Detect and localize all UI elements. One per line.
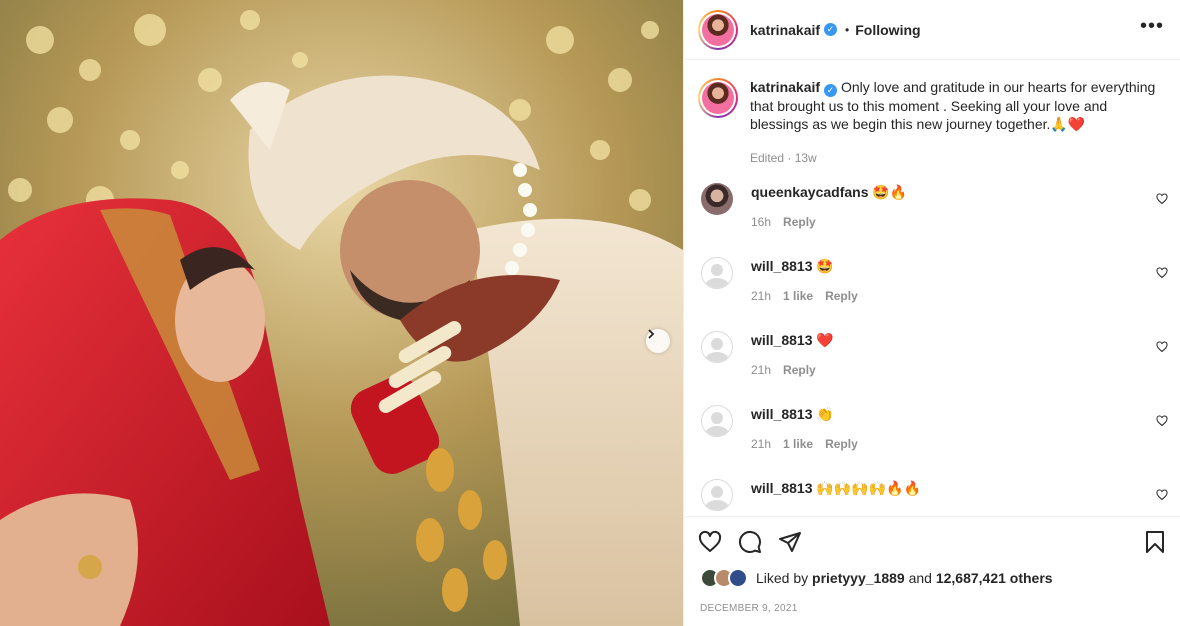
comment-text: ❤️ (816, 332, 834, 348)
commenter-avatar[interactable] (701, 331, 733, 363)
following-button[interactable]: Following (855, 22, 920, 38)
verified-badge-icon: ✓ (824, 84, 838, 97)
caption-edited: Edited · 13w (750, 151, 817, 165)
comment-row: will_8813 🙌🙌🙌🙌🔥🔥 (684, 479, 1180, 516)
like-comment-heart-icon[interactable] (1156, 415, 1168, 427)
comment-text: 🤩 (816, 258, 834, 274)
verified-badge-icon: ✓ (824, 23, 838, 36)
comment-time[interactable]: 21h (751, 289, 771, 303)
separator-dot: • (845, 22, 850, 37)
chevron-right-icon (648, 329, 655, 339)
comment-text: 🤩🔥 (872, 184, 908, 200)
author-avatar[interactable] (698, 9, 738, 50)
like-button[interactable] (698, 530, 722, 554)
comment-time[interactable]: 21h (751, 363, 771, 377)
liked-by-prefix: Liked by (756, 570, 809, 586)
avatar-image (702, 82, 734, 114)
reply-button[interactable]: Reply (783, 215, 816, 229)
comment-username[interactable]: will_8813 (751, 258, 813, 274)
comment-bubble-icon (738, 530, 761, 553)
bookmark-icon (1146, 530, 1164, 553)
like-comment-heart-icon[interactable] (1156, 193, 1168, 205)
likes-count[interactable]: 12,687,421 others (936, 570, 1053, 586)
comment-button[interactable] (738, 530, 762, 554)
commenter-avatar[interactable] (701, 405, 733, 437)
avatar-image (702, 13, 734, 46)
more-options-icon[interactable]: ••• (1140, 16, 1164, 39)
caption-username[interactable]: katrinakaif (750, 79, 820, 95)
next-image-button[interactable] (646, 329, 670, 353)
comment-likes[interactable]: 1 like (783, 437, 813, 451)
post-header: katrinakaif ✓ • Following ••• (684, 0, 1180, 60)
likes-summary: Liked by prietyyy_1889 and 12,687,421 ot… (700, 568, 1053, 588)
post-date[interactable]: DECEMBER 9, 2021 (700, 603, 798, 614)
heart-icon (698, 530, 722, 552)
comment-row: will_8813 ❤️ 21h Reply (684, 331, 1180, 405)
reply-button[interactable]: Reply (825, 289, 858, 303)
comments-scroll[interactable]: katrinakaif ✓ Only love and gratitude in … (684, 60, 1180, 516)
liker-avatars[interactable] (700, 568, 748, 588)
comment-time[interactable]: 16h (751, 215, 771, 229)
comment-username[interactable]: queenkaycadfans (751, 184, 869, 200)
comment-likes[interactable]: 1 like (783, 289, 813, 303)
caption-avatar[interactable] (698, 78, 738, 118)
comment-time[interactable]: 21h (751, 437, 771, 451)
comment-row: will_8813 🤩 21h 1 like Reply (684, 257, 1180, 331)
reply-button[interactable]: Reply (825, 437, 858, 451)
liked-by-user[interactable]: prietyyy_1889 (812, 570, 905, 586)
send-paper-plane-icon (779, 531, 801, 552)
liked-by-and: and (908, 570, 932, 586)
commenter-avatar[interactable] (701, 183, 733, 215)
post-media[interactable] (0, 0, 683, 626)
comment-username[interactable]: will_8813 (751, 480, 813, 496)
author-username[interactable]: katrinakaif (750, 22, 820, 38)
comment-row: queenkaycadfans 🤩🔥 16h Reply (684, 183, 1180, 257)
save-button[interactable] (1144, 530, 1166, 554)
caption: katrinakaif ✓ Only love and gratitude in … (684, 60, 1180, 167)
like-comment-heart-icon[interactable] (1156, 341, 1168, 353)
like-comment-heart-icon[interactable] (1156, 489, 1168, 501)
comment-username[interactable]: will_8813 (751, 406, 813, 422)
post-photo (0, 0, 683, 626)
commenter-avatar[interactable] (701, 257, 733, 289)
comment-text: 🙌🙌🙌🙌🔥🔥 (816, 480, 921, 496)
action-bar (684, 516, 1180, 566)
commenter-avatar[interactable] (701, 479, 733, 511)
reply-button[interactable]: Reply (783, 363, 816, 377)
post-panel: katrinakaif ✓ • Following ••• katrinakai… (683, 0, 1180, 626)
like-comment-heart-icon[interactable] (1156, 267, 1168, 279)
comment-username[interactable]: will_8813 (751, 332, 813, 348)
share-button[interactable] (778, 530, 802, 554)
comment-row: will_8813 👏 21h 1 like Reply (684, 405, 1180, 479)
comment-text: 👏 (816, 406, 834, 422)
